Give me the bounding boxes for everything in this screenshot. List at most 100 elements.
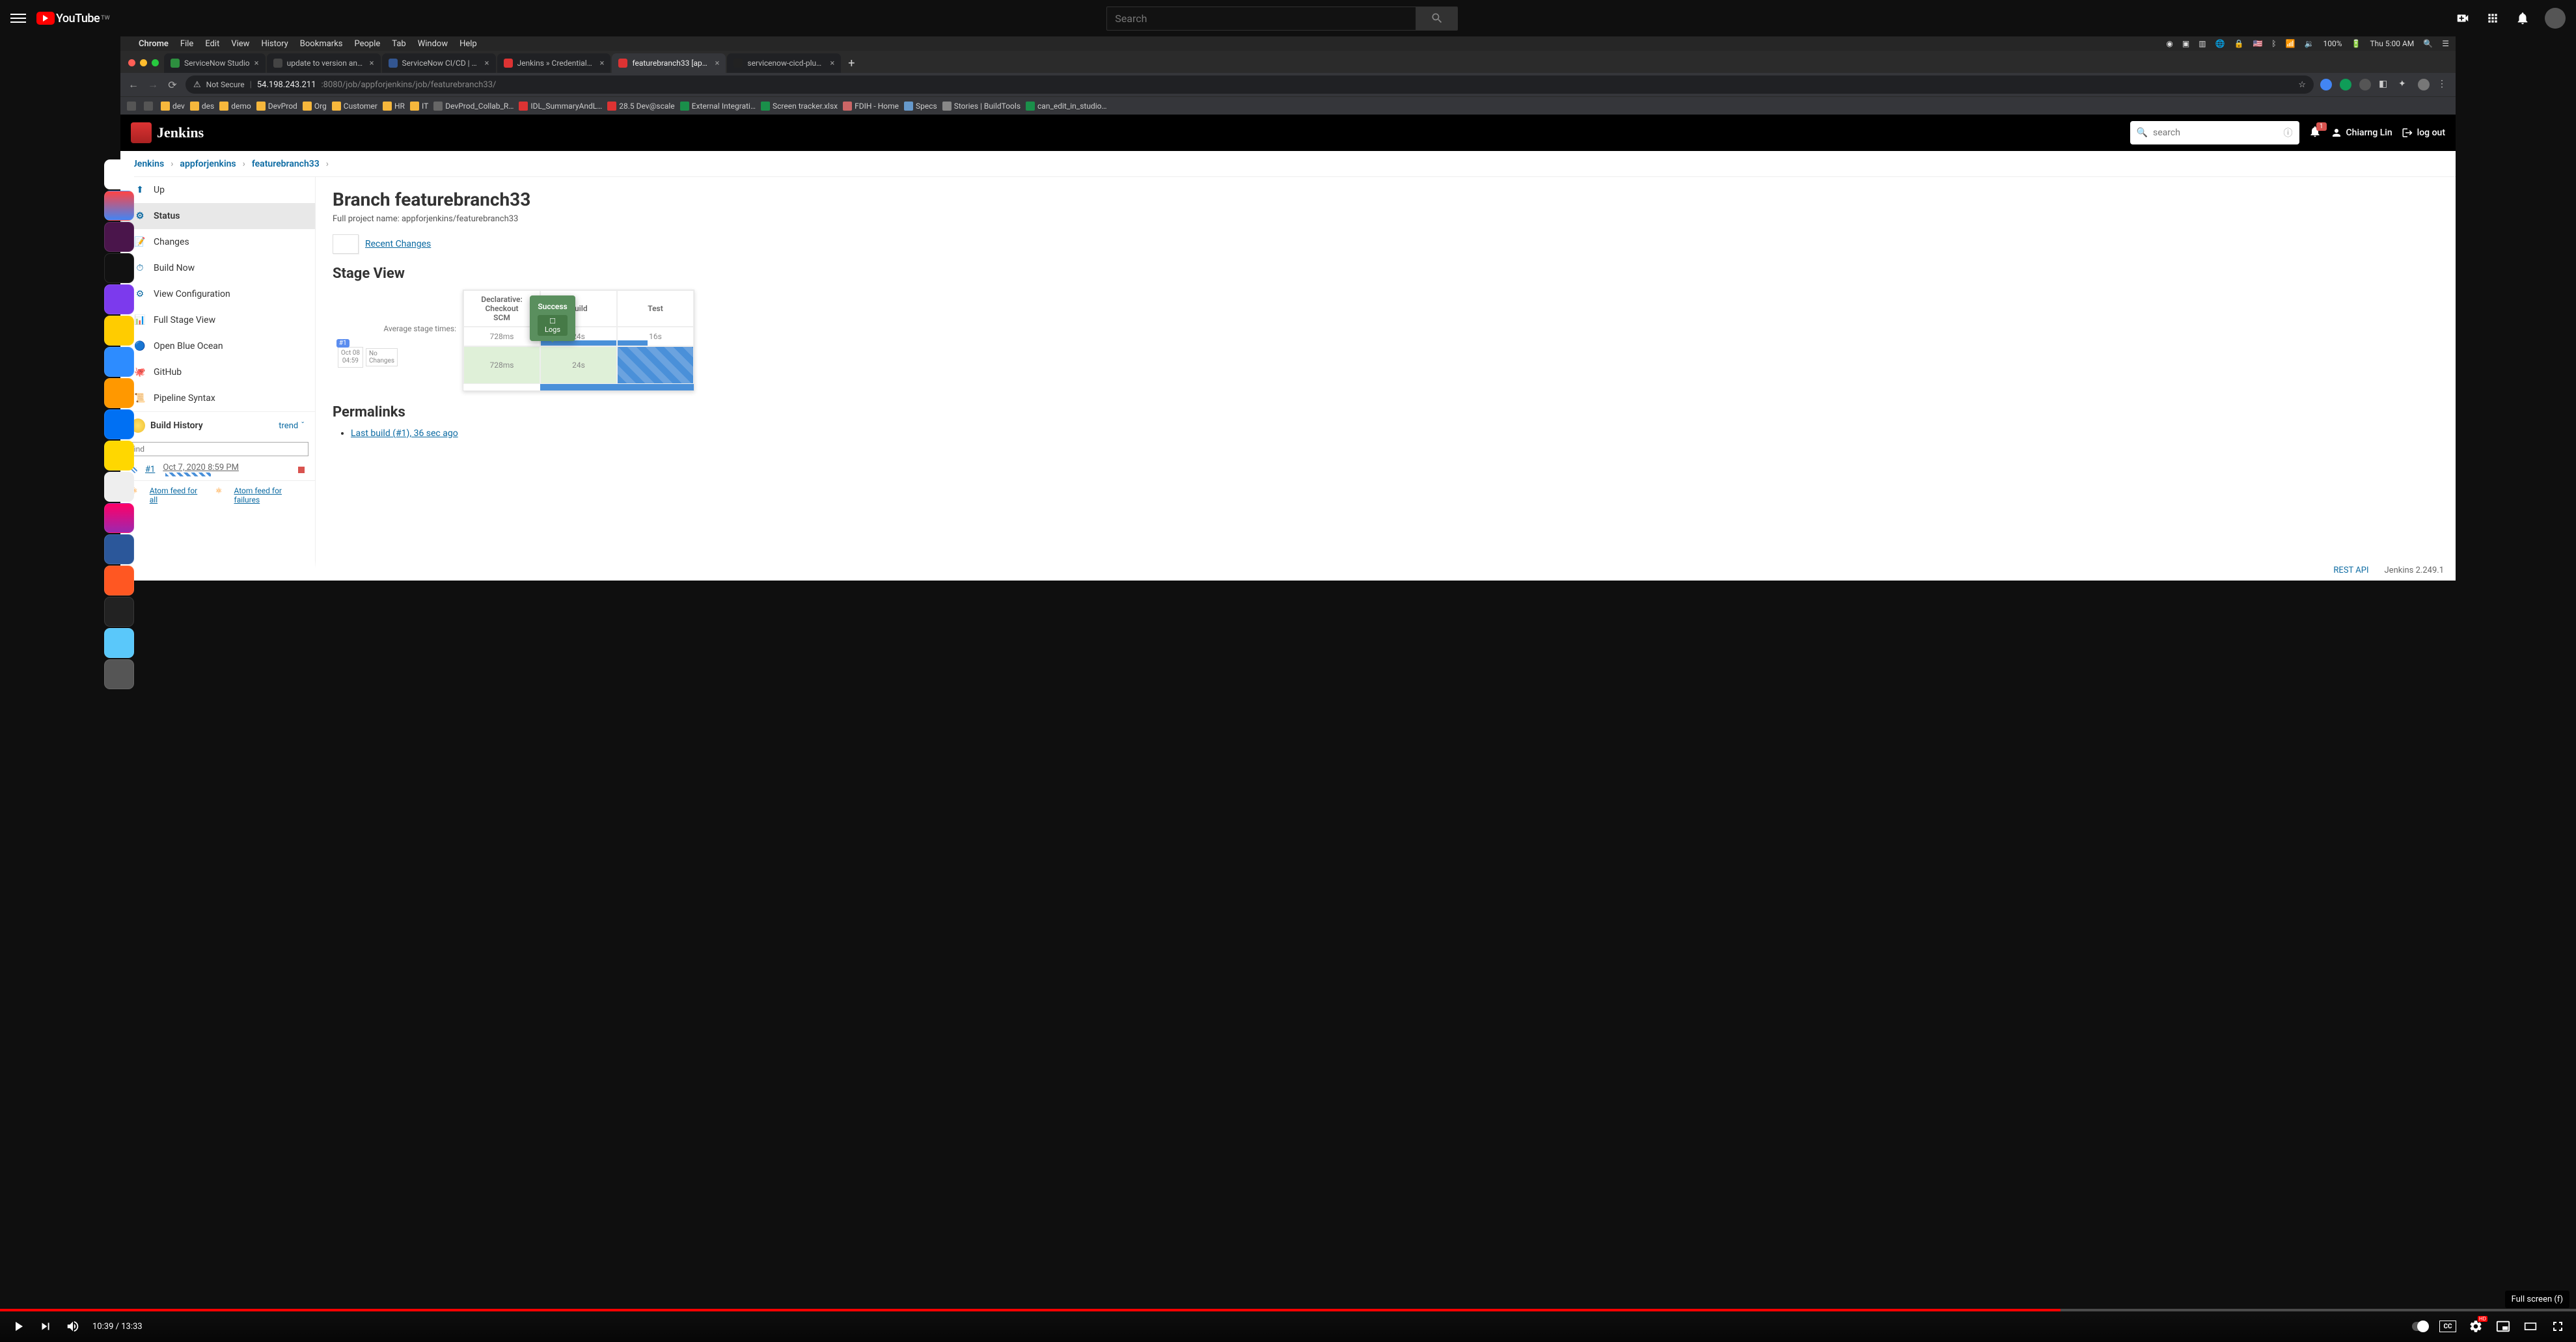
new-tab-button[interactable]: + [842, 53, 860, 73]
permalink-lastbuild[interactable]: Last build (#1), 36 sec ago [351, 428, 458, 439]
sidebar-item-github[interactable]: 🐙 GitHub [120, 359, 315, 385]
mac-menu-edit[interactable]: Edit [205, 39, 219, 49]
browser-tab[interactable]: Jenkins » Credentials [Jenkins × [497, 53, 611, 73]
nav-reload-button[interactable]: ⟳ [166, 78, 179, 91]
atom-feed-all[interactable]: Atom feed for all [150, 486, 204, 504]
jenkins-logout-link[interactable]: log out [2402, 127, 2445, 139]
ext-icon-4[interactable]: ◧ [2379, 79, 2391, 90]
crumb-featurebranch[interactable]: featurebranch33 [252, 159, 320, 169]
settings-button[interactable]: HD [2468, 1319, 2484, 1334]
dock-zoom-icon[interactable] [104, 347, 134, 377]
mac-menu-file[interactable]: File [180, 39, 193, 49]
extensions-icon[interactable]: ✦ [2398, 79, 2410, 90]
status-bluetooth-icon[interactable]: ᛒ [2271, 39, 2276, 48]
profile-avatar-icon[interactable] [2418, 79, 2430, 90]
autoplay-toggle[interactable] [2412, 1319, 2428, 1334]
bookmark-item[interactable]: FDIH - Home [843, 102, 899, 111]
ext-icon-2[interactable] [2340, 79, 2351, 90]
miniplayer-button[interactable] [2495, 1319, 2511, 1334]
mac-menu-view[interactable]: View [231, 39, 249, 49]
bookmark-item[interactable] [144, 102, 156, 111]
bookmark-star-icon[interactable]: ☆ [2298, 80, 2306, 90]
mac-menu-people[interactable]: People [355, 39, 381, 49]
run-cell-build[interactable]: 24s [540, 346, 617, 384]
dock-slack-icon[interactable] [104, 222, 134, 252]
yt-notifications-icon[interactable] [2515, 10, 2530, 26]
browser-tab[interactable]: update to version and script t × [267, 53, 381, 73]
dock-excel-icon[interactable] [104, 472, 134, 502]
bookmark-item[interactable]: DevProd_Collab_R… [433, 102, 514, 111]
dock-sketch-icon[interactable] [104, 441, 134, 471]
bookmark-item[interactable]: IDL_SummaryAndL… [519, 102, 602, 111]
nav-back-button[interactable]: ← [127, 78, 140, 91]
tab-close-icon[interactable]: × [600, 59, 605, 68]
dock-asana-icon[interactable] [104, 503, 134, 533]
dock-downloads-icon[interactable] [104, 628, 134, 658]
mac-menu-window[interactable]: Window [418, 39, 448, 49]
yt-search-input[interactable] [1106, 7, 1416, 31]
bookmark-item[interactable]: External Integrati… [680, 102, 756, 111]
sidebar-item-fullstage[interactable]: 📊 Full Stage View [120, 307, 315, 333]
bookmark-item[interactable]: Customer [332, 102, 377, 111]
crumb-jenkins[interactable]: Jenkins [132, 159, 164, 169]
status-flag-icon[interactable]: 🇺🇸 [2253, 39, 2262, 48]
bookmark-item[interactable]: Org [303, 102, 327, 111]
sidebar-item-up[interactable]: ⬆ Up [120, 177, 315, 203]
jenkins-search-input[interactable] [2153, 128, 2279, 138]
mac-app-name[interactable]: Chrome [139, 39, 169, 49]
dock-sublime-icon[interactable] [104, 378, 134, 408]
yt-logo[interactable]: YouTube TW [36, 12, 110, 25]
omnibox[interactable]: ⚠ Not Secure | 54.198.243.211:8080/job/a… [185, 75, 2314, 94]
jenkins-notifications[interactable]: 1 [2309, 125, 2322, 141]
sidebar-item-buildnow[interactable]: ⏱ Build Now [120, 255, 315, 281]
mac-menu-tab[interactable]: Tab [392, 39, 405, 49]
crumb-appforjenkins[interactable]: appforjenkins [180, 159, 236, 169]
build-datetime[interactable]: Oct 7, 2020 8:59 PM [163, 463, 239, 472]
browser-tab[interactable]: ServiceNow CI/CD | Jenkins p × [382, 53, 496, 73]
jenkins-user-link[interactable]: Chiarng Lin [2331, 127, 2392, 139]
recent-changes-link[interactable]: Recent Changes [365, 239, 431, 249]
play-button[interactable] [10, 1319, 26, 1334]
status-wifi-icon[interactable]: 📶 [2286, 39, 2295, 48]
status-clock[interactable]: Thu 5:00 AM [2370, 39, 2415, 48]
status-lock-icon[interactable]: 🔒 [2234, 39, 2244, 48]
run-cell-test[interactable] [617, 346, 694, 384]
mac-menu-help[interactable]: Help [459, 39, 477, 49]
status-volume-icon[interactable]: 🔉 [2305, 39, 2314, 48]
browser-tab[interactable]: ServiceNow Studio × [164, 53, 266, 73]
yt-create-icon[interactable] [2455, 10, 2471, 26]
mac-menu-bookmarks[interactable]: Bookmarks [300, 39, 343, 49]
dock-vscode-icon[interactable] [104, 409, 134, 439]
sidebar-item-changes[interactable]: 📝 Changes [120, 229, 315, 255]
bookmark-item[interactable] [127, 102, 139, 111]
theater-button[interactable] [2523, 1319, 2538, 1334]
browser-tab[interactable]: featurebranch33 [appforjenk × [612, 53, 726, 73]
bookmark-item[interactable]: dev [161, 102, 185, 111]
trend-link[interactable]: trend ˇ [279, 421, 305, 431]
chrome-menu-icon[interactable]: ⋮ [2437, 79, 2449, 90]
dock-word-icon[interactable] [104, 534, 134, 564]
dock-trash-icon[interactable] [104, 659, 134, 689]
yt-apps-icon[interactable] [2485, 10, 2501, 26]
run-badge[interactable]: #1 [336, 339, 349, 348]
run-cell-scm[interactable]: 728ms [463, 346, 540, 384]
bookmark-item[interactable]: 28.5 Dev@scale [607, 102, 674, 111]
bookmark-item[interactable]: des [190, 102, 214, 111]
fullscreen-button[interactable] [2550, 1319, 2566, 1334]
tab-close-icon[interactable]: × [370, 59, 374, 68]
window-max-icon[interactable] [152, 59, 159, 66]
window-close-icon[interactable] [128, 59, 135, 66]
tab-close-icon[interactable]: × [254, 59, 259, 68]
tooltip-logs-button[interactable]: ☐ Logs [538, 315, 568, 336]
bookmark-item[interactable]: demo [219, 102, 251, 111]
bookmark-item[interactable]: can_edit_in_studio… [1026, 102, 1107, 111]
tab-close-icon[interactable]: × [715, 59, 719, 68]
ext-icon-1[interactable] [2320, 79, 2332, 90]
bookmark-item[interactable]: Screen tracker.xlsx [761, 102, 838, 111]
dock-terminal-icon[interactable] [104, 253, 134, 283]
status-spotlight-icon[interactable]: 🔍 [2423, 39, 2433, 48]
rest-api-link[interactable]: REST API [2333, 566, 2368, 575]
atom-feed-failures[interactable]: Atom feed for failures [234, 486, 305, 504]
bookmark-item[interactable]: HR [383, 102, 405, 111]
build-find-input[interactable] [127, 442, 308, 456]
